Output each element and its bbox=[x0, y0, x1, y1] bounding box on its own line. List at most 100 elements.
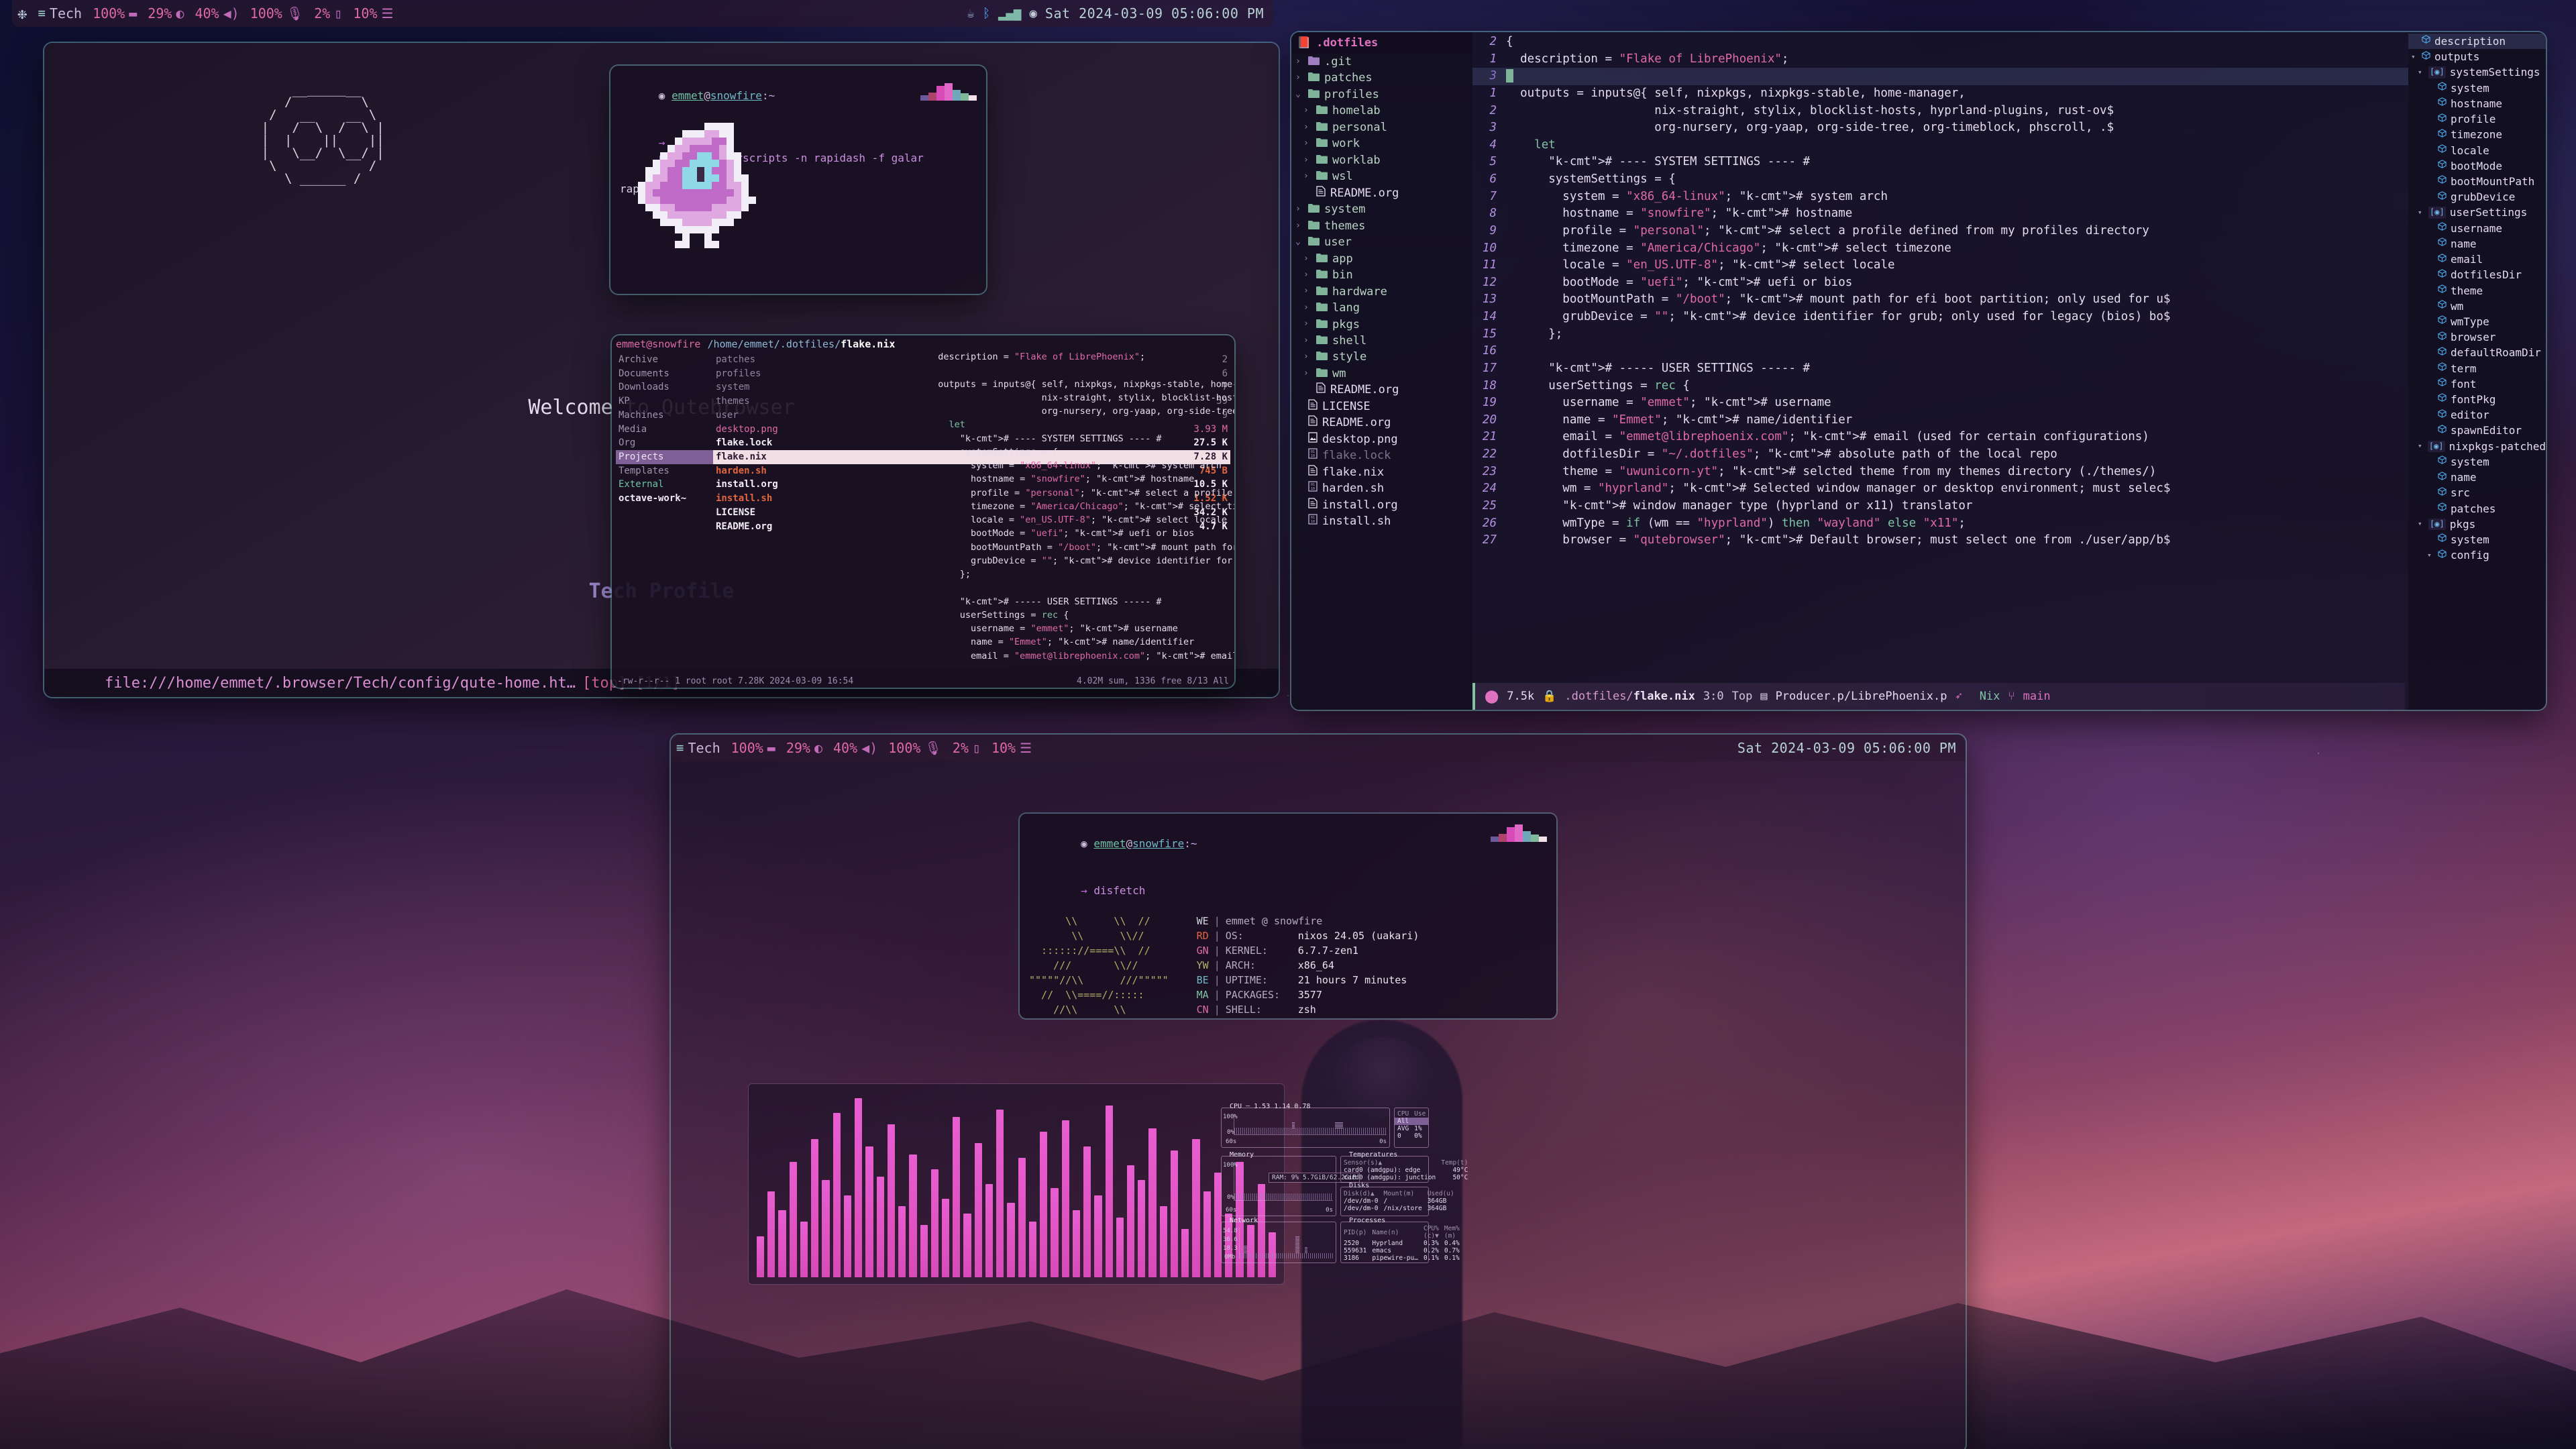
cpu-legend-row[interactable]: All bbox=[1395, 1118, 1429, 1125]
imenu-item[interactable]: bootMountPath bbox=[2408, 174, 2546, 189]
imenu-item[interactable]: ▾ config bbox=[2408, 547, 2546, 563]
list-item[interactable]: External bbox=[616, 478, 713, 492]
brightness-widget[interactable]: 29% ◐ bbox=[142, 5, 189, 21]
list-item[interactable]: Documents bbox=[616, 367, 713, 381]
chevron-right-icon[interactable]: › bbox=[1303, 154, 1311, 167]
terminal-disfetch-window[interactable]: ◉ emmet@snowfire:~ → disfetch \\ \\ // \… bbox=[1020, 814, 1556, 1018]
tree-item-folder[interactable]: › lang bbox=[1291, 300, 1472, 316]
chevron-right-icon[interactable]: › bbox=[1303, 302, 1311, 315]
chevron-right-icon[interactable]: › bbox=[1303, 253, 1311, 266]
tree-item-file[interactable]: README.org bbox=[1291, 185, 1472, 201]
chevron-down-icon[interactable]: ⌄ bbox=[1295, 89, 1303, 101]
imenu-item[interactable]: system bbox=[2408, 532, 2546, 547]
ranger-file-manager-window[interactable]: emmet@snowfire /home/emmet/.dotfiles/fla… bbox=[612, 335, 1234, 688]
chevron-right-icon[interactable]: › bbox=[1303, 121, 1311, 134]
proc-h-cpu[interactable]: CPU%(c)▼ bbox=[1421, 1225, 1442, 1240]
tree-item-file[interactable]: 01 10 install.sh bbox=[1291, 513, 1472, 529]
imenu-item[interactable]: ▾ [◉] nixpkgs-patched bbox=[2408, 439, 2546, 454]
nix-logo[interactable]: ❉ bbox=[12, 4, 32, 23]
imenu-item[interactable]: term bbox=[2408, 361, 2546, 376]
treemacs-project-title[interactable]: 📕 .dotfiles bbox=[1291, 32, 1472, 54]
chevron-right-icon[interactable]: › bbox=[1295, 56, 1303, 68]
imenu-item[interactable]: src bbox=[2408, 485, 2546, 500]
network-signal-icon[interactable]: ▂▄▆ bbox=[998, 6, 1021, 21]
triangle-down-icon[interactable]: ▾ bbox=[2411, 52, 2418, 62]
ranger-parent-column[interactable]: Archive Documents Downloads KP Machines Media… bbox=[616, 353, 713, 533]
list-item[interactable]: Projects bbox=[616, 450, 713, 464]
workspace-indicator[interactable]: ≡ Tech bbox=[32, 5, 87, 21]
triangle-down-icon[interactable]: ▾ bbox=[2418, 67, 2424, 78]
chevron-right-icon[interactable]: › bbox=[1303, 105, 1311, 117]
tree-item-folder[interactable]: ⌄ profiles bbox=[1291, 86, 1472, 103]
imenu-item[interactable]: email bbox=[2408, 252, 2546, 267]
list-item[interactable]: Org bbox=[616, 436, 713, 450]
table-row[interactable]: 3186 pipewire-pu… 0.1% 0.1% bbox=[1341, 1254, 1462, 1262]
imenu-item[interactable]: grubDevice bbox=[2408, 189, 2546, 205]
triangle-down-icon[interactable]: ▾ bbox=[2418, 441, 2424, 451]
tree-item-file[interactable]: install.org bbox=[1291, 497, 1472, 513]
chevron-right-icon[interactable]: › bbox=[1295, 220, 1303, 233]
imenu-item[interactable]: timezone bbox=[2408, 127, 2546, 142]
tree-item-folder[interactable]: › wm bbox=[1291, 366, 1472, 382]
chevron-right-icon[interactable]: › bbox=[1303, 170, 1311, 183]
tree-item-folder[interactable]: › style bbox=[1291, 349, 1472, 365]
tree-item-file[interactable]: flake.nix bbox=[1291, 464, 1472, 480]
imenu-item[interactable]: wmType bbox=[2408, 314, 2546, 329]
emacs-imenu-list[interactable]: description ▾ outputs ▾ [◉] systemSettings sys… bbox=[2408, 32, 2546, 710]
triangle-down-icon[interactable]: ▾ bbox=[2418, 207, 2424, 218]
tree-item-folder[interactable]: › .git bbox=[1291, 54, 1472, 70]
tree-item-folder[interactable]: › hardware bbox=[1291, 284, 1472, 300]
list-item[interactable]: Templates bbox=[616, 464, 713, 478]
table-row[interactable]: 2520 Hyprland 0.3% 0.4% bbox=[1341, 1240, 1462, 1247]
bluetooth-icon[interactable]: ᛒ bbox=[983, 6, 990, 21]
tree-item-folder[interactable]: › personal bbox=[1291, 119, 1472, 136]
tree-item-file[interactable]: LICENSE bbox=[1291, 398, 1472, 415]
battery-widget-bottom[interactable]: 100% ▬ bbox=[726, 740, 781, 756]
mic-widget[interactable]: 100% 🎙 bbox=[245, 5, 309, 21]
cpu-legend-row[interactable]: 0 0% bbox=[1395, 1132, 1428, 1140]
list-item[interactable]: KP bbox=[616, 394, 713, 409]
imenu-item[interactable]: defaultRoamDir bbox=[2408, 345, 2546, 360]
list-item[interactable]: Archive bbox=[616, 353, 713, 367]
proc-h-name[interactable]: Name(n) bbox=[1369, 1225, 1421, 1240]
chevron-down-icon[interactable]: ⌄ bbox=[1295, 236, 1303, 249]
imenu-item[interactable]: ▾ [◉] pkgs bbox=[2408, 517, 2546, 532]
disc-icon[interactable]: ◉ bbox=[1029, 6, 1036, 21]
imenu-item[interactable]: name bbox=[2408, 470, 2546, 485]
no-coffee-icon[interactable]: ☕ bbox=[967, 6, 974, 21]
tree-item-folder[interactable]: › bin bbox=[1291, 267, 1472, 283]
chevron-right-icon[interactable]: › bbox=[1303, 351, 1311, 364]
list-item[interactable]: Downloads bbox=[616, 380, 713, 394]
emacs-window[interactable]: 📕 .dotfiles › .git › patches ⌄ profiles › homel… bbox=[1291, 32, 2546, 710]
tree-item-file[interactable]: 01 10 harden.sh bbox=[1291, 480, 1472, 496]
chevron-right-icon[interactable]: › bbox=[1295, 203, 1303, 216]
tree-item-folder[interactable]: › wsl bbox=[1291, 168, 1472, 184]
bottom-workspace-window[interactable]: ≡ Tech 100% ▬ 29% ◐ 40% ◀) 100% 🎙 2% ▯ 10% ☰ S… bbox=[671, 735, 1966, 1449]
cpu-widget[interactable]: 2% ▯ bbox=[309, 5, 347, 21]
btop-system-monitor[interactable]: CPU ─ 1.53 1.14 0.78 100% 0% 60s 0s CPU U… bbox=[1221, 1103, 1468, 1268]
imenu-item[interactable]: name bbox=[2408, 236, 2546, 252]
list-item[interactable]: octave-work~ bbox=[616, 492, 713, 506]
imenu-item[interactable]: system bbox=[2408, 80, 2546, 96]
emacs-code-buffer[interactable]: 2{1 description = "Flake of LibrePhoenix… bbox=[1472, 32, 2408, 710]
tree-item-file[interactable]: desktop.png bbox=[1291, 431, 1472, 447]
imenu-item[interactable]: theme bbox=[2408, 283, 2546, 299]
tree-item-folder[interactable]: › worklab bbox=[1291, 152, 1472, 168]
tree-item-folder[interactable]: › app bbox=[1291, 251, 1472, 267]
tree-item-folder[interactable]: › shell bbox=[1291, 333, 1472, 349]
triangle-down-icon[interactable]: ▾ bbox=[2427, 550, 2434, 561]
volume-widget-bottom[interactable]: 40% ◀) bbox=[828, 740, 883, 756]
imenu-item[interactable]: spawnEditor bbox=[2408, 423, 2546, 438]
imenu-item[interactable]: browser bbox=[2408, 329, 2546, 345]
proc-h-mem[interactable]: Mem%(m) bbox=[1442, 1225, 1462, 1240]
tree-item-folder[interactable]: › pkgs bbox=[1291, 317, 1472, 333]
chevron-right-icon[interactable]: › bbox=[1303, 269, 1311, 282]
volume-widget[interactable]: 40% ◀) bbox=[189, 5, 244, 21]
imenu-item[interactable]: username bbox=[2408, 221, 2546, 236]
imenu-item[interactable]: fontPkg bbox=[2408, 392, 2546, 407]
emacs-treemacs-sidebar[interactable]: 📕 .dotfiles › .git › patches ⌄ profiles › homel… bbox=[1291, 32, 1472, 710]
tree-item-folder[interactable]: › themes bbox=[1291, 218, 1472, 234]
chevron-right-icon[interactable]: › bbox=[1303, 138, 1311, 150]
tree-item-file[interactable]: 01 10 flake.lock bbox=[1291, 447, 1472, 464]
imenu-item[interactable]: locale bbox=[2408, 143, 2546, 158]
